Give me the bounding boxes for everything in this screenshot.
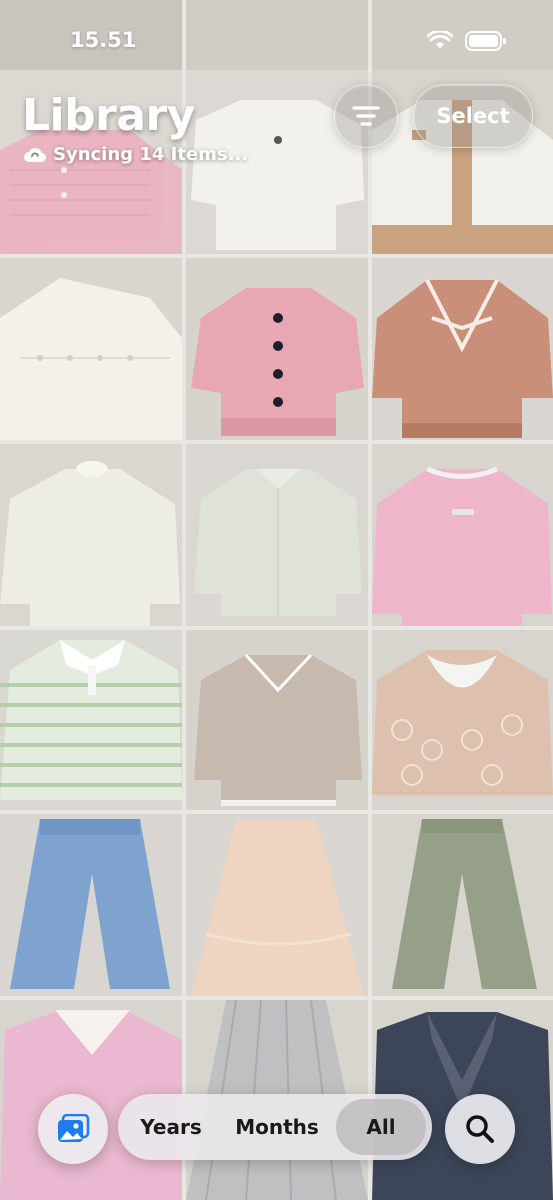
sync-status: Syncing 14 Items... — [24, 144, 248, 165]
wifi-icon — [427, 31, 453, 49]
sort-lines-icon — [352, 106, 380, 126]
sync-text: Syncing 14 Items... — [53, 144, 249, 165]
photo-tile[interactable] — [372, 258, 553, 440]
photo-tile[interactable] — [372, 814, 553, 996]
page-title: Library — [22, 90, 195, 141]
photo-tile[interactable] — [0, 630, 182, 810]
photos-library-icon — [58, 1114, 90, 1142]
tab-years[interactable]: Years — [130, 1094, 212, 1160]
sort-filter-button[interactable] — [334, 84, 398, 148]
photo-tile[interactable] — [372, 630, 553, 810]
battery-icon — [465, 31, 506, 51]
photo-tile[interactable] — [186, 814, 368, 996]
search-icon — [466, 1115, 494, 1143]
time-scope-segmented-control: Years Months All — [118, 1094, 432, 1160]
status-icons — [427, 30, 507, 52]
search-button[interactable] — [445, 1094, 515, 1164]
status-time: 15.51 — [70, 28, 137, 52]
photo-tile[interactable] — [186, 258, 368, 440]
photo-tile[interactable] — [186, 444, 368, 626]
library-tab-button[interactable] — [38, 1094, 108, 1164]
photo-grid — [0, 0, 553, 1200]
photo-tile[interactable] — [0, 444, 182, 626]
tab-months[interactable]: Months — [226, 1094, 328, 1160]
cloud-sync-icon — [24, 147, 46, 162]
tab-all[interactable]: All — [336, 1094, 426, 1160]
photo-tile[interactable] — [186, 630, 368, 810]
photo-tile[interactable] — [372, 444, 553, 626]
photo-tile[interactable] — [0, 258, 182, 440]
photo-tile[interactable] — [0, 814, 182, 996]
select-button[interactable]: Select — [413, 84, 533, 148]
